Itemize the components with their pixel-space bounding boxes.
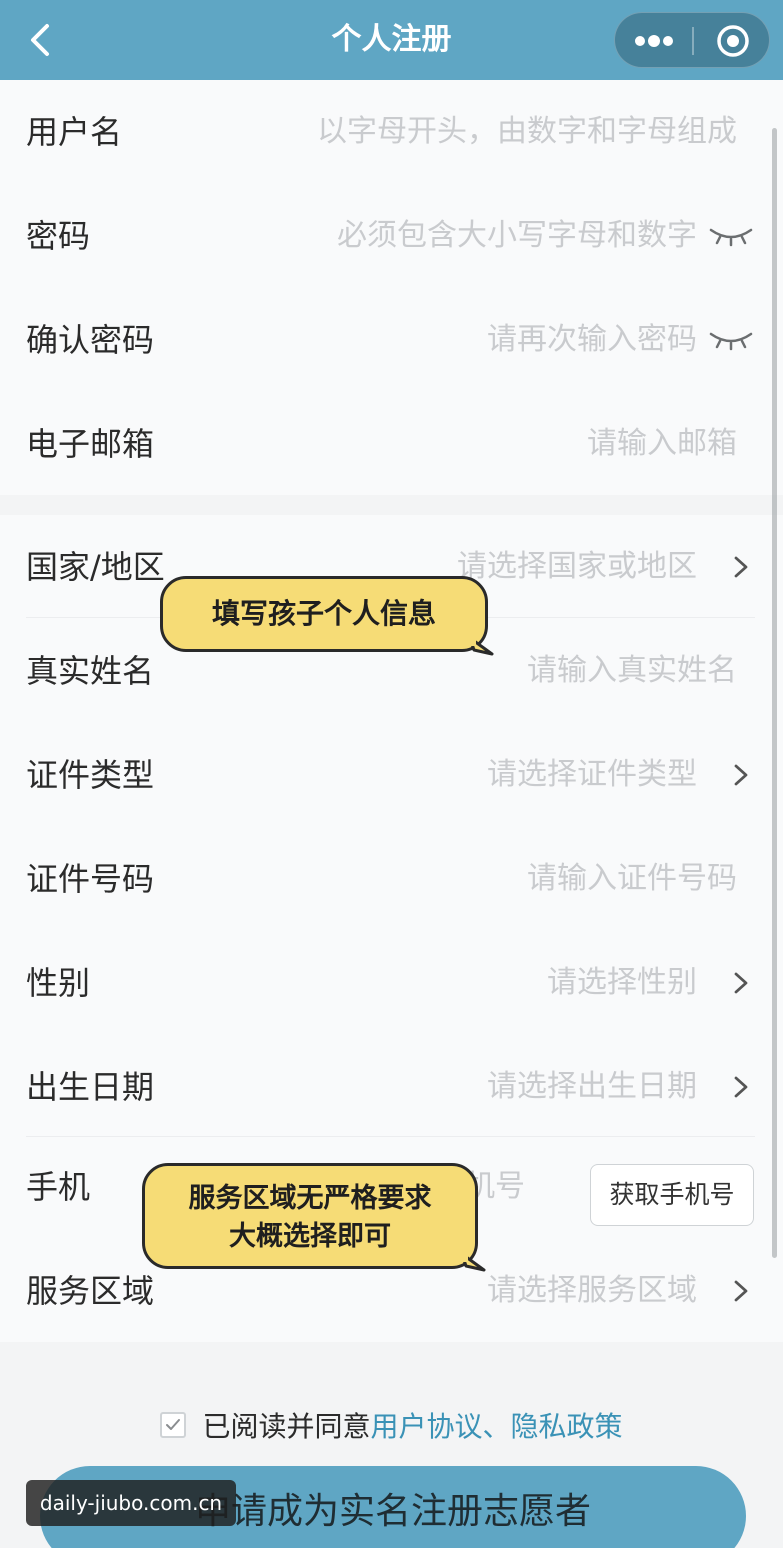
- chevron-right-icon: [734, 1280, 748, 1302]
- annotation-bubble: 填写孩子个人信息: [160, 576, 488, 652]
- gender-row[interactable]: 性别 请选择性别: [0, 931, 783, 1035]
- confirm-password-input[interactable]: 请再次输入密码: [487, 288, 697, 392]
- get-phone-number-button[interactable]: 获取手机号: [590, 1164, 754, 1226]
- navigation-bar: 个人注册: [0, 0, 783, 80]
- gender-chevron: [727, 969, 755, 997]
- chevron-right-icon: [734, 764, 748, 786]
- annotation-bubble: 服务区域无严格要求 大概选择即可: [142, 1163, 478, 1269]
- agreement-text: 已阅读并同意: [202, 1410, 371, 1443]
- id-type-row[interactable]: 证件类型 请选择证件类型: [0, 723, 783, 827]
- username-input[interactable]: 以字母开头，由数字和字母组成: [317, 80, 737, 184]
- id-type-select[interactable]: 请选择证件类型: [487, 723, 697, 827]
- confirm-password-visibility-toggle[interactable]: [707, 324, 755, 356]
- close-button[interactable]: [694, 13, 771, 69]
- chevron-right-icon: [734, 556, 748, 578]
- email-input[interactable]: 请输入邮箱: [587, 392, 737, 496]
- birth-date-chevron: [727, 1073, 755, 1101]
- scrollbar[interactable]: [772, 128, 777, 1258]
- id-number-input[interactable]: 请输入证件号码: [527, 827, 737, 931]
- country-select[interactable]: 请选择国家或地区: [457, 515, 697, 619]
- password-visibility-toggle[interactable]: [707, 220, 755, 252]
- id-type-label: 证件类型: [26, 756, 155, 794]
- gender-label: 性别: [26, 964, 91, 1002]
- username-label: 用户名: [26, 113, 123, 151]
- bubble-tail-icon: [462, 1252, 486, 1272]
- more-button[interactable]: [615, 13, 692, 69]
- check-icon: [166, 1419, 181, 1430]
- id-number-label: 证件号码: [26, 860, 155, 898]
- email-row[interactable]: 电子邮箱 请输入邮箱: [0, 392, 783, 496]
- gender-select[interactable]: 请选择性别: [547, 931, 697, 1035]
- password-row[interactable]: 密码 必须包含大小写字母和数字: [0, 184, 783, 288]
- birth-date-label: 出生日期: [26, 1068, 155, 1106]
- country-label: 国家/地区: [26, 548, 165, 586]
- real-name-input[interactable]: 请输入真实姓名: [527, 619, 737, 723]
- confirm-password-label: 确认密码: [26, 321, 155, 359]
- agreement-checkbox[interactable]: [160, 1412, 187, 1438]
- eye-closed-icon: [709, 228, 753, 247]
- service-area-select[interactable]: 请选择服务区域: [487, 1239, 697, 1343]
- more-dots-icon: [634, 35, 673, 47]
- email-label: 电子邮箱: [26, 425, 155, 463]
- service-area-label: 服务区域: [26, 1272, 155, 1310]
- eye-closed-icon: [709, 332, 753, 351]
- username-row[interactable]: 用户名 以字母开头，由数字和字母组成: [0, 80, 783, 184]
- birth-date-row[interactable]: 出生日期 请选择出生日期: [0, 1035, 783, 1139]
- watermark: daily-jiubo.com.cn: [26, 1480, 236, 1526]
- password-input[interactable]: 必须包含大小写字母和数字: [337, 184, 697, 288]
- target-close-icon: [716, 25, 749, 57]
- mini-program-capsule: [614, 12, 770, 68]
- agreement-row: 已阅读并同意 用户协议、隐私政策: [0, 1395, 783, 1455]
- birth-date-select[interactable]: 请选择出生日期: [487, 1035, 697, 1139]
- country-chevron: [727, 553, 755, 581]
- annotation-text: 服务区域无严格要求: [188, 1183, 432, 1214]
- annotation-text: 大概选择即可: [229, 1221, 391, 1252]
- service-area-chevron: [727, 1277, 755, 1305]
- id-type-chevron: [727, 761, 755, 789]
- chevron-right-icon: [734, 1076, 748, 1098]
- account-section: 用户名 以字母开头，由数字和字母组成 密码 必须包含大小写字母和数字 确认密码 …: [0, 80, 783, 495]
- password-label: 密码: [26, 217, 91, 255]
- chevron-right-icon: [734, 972, 748, 994]
- real-name-label: 真实姓名: [26, 652, 155, 690]
- id-number-row[interactable]: 证件号码 请输入证件号码: [0, 827, 783, 931]
- annotation-text: 填写孩子个人信息: [211, 597, 436, 630]
- phone-label: 手机: [26, 1168, 91, 1206]
- bubble-tail-icon: [470, 636, 494, 656]
- confirm-password-row[interactable]: 确认密码 请再次输入密码: [0, 288, 783, 392]
- agreement-link[interactable]: 用户协议、隐私政策: [371, 1405, 623, 1445]
